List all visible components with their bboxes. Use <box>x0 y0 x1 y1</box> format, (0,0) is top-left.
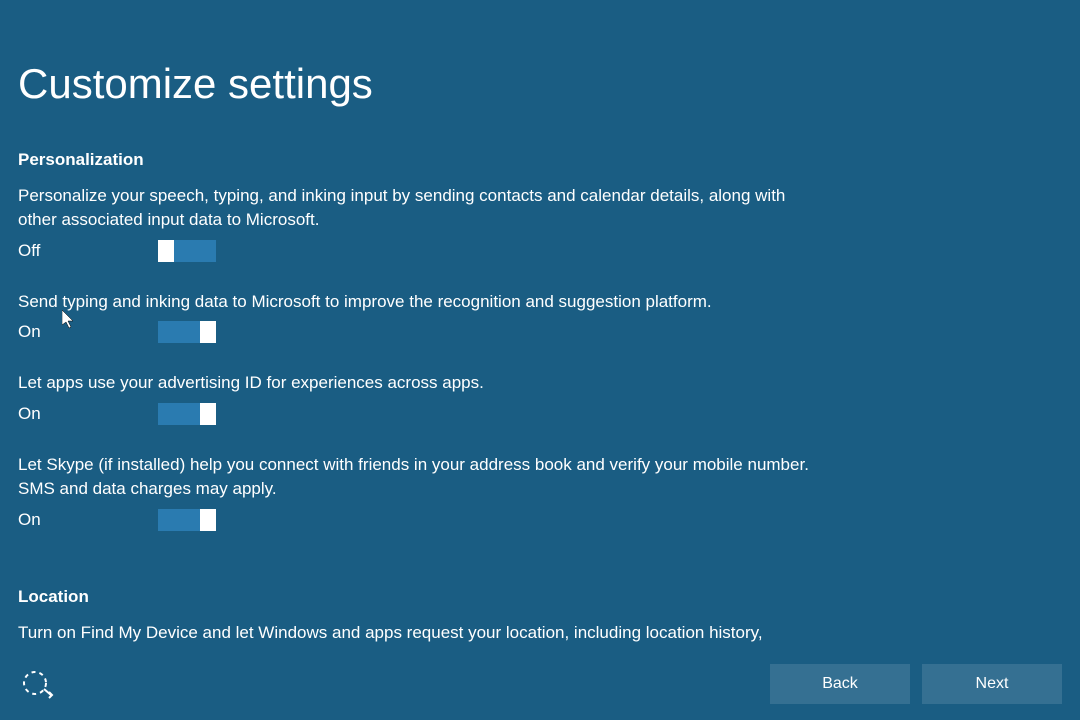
setting-desc: Let apps use your advertising ID for exp… <box>18 371 818 395</box>
location-heading: Location <box>18 587 1062 607</box>
section-location: Location Turn on Find My Device and let … <box>18 587 1062 645</box>
page-title: Customize settings <box>18 60 1062 108</box>
setting-send-typing-inking: Send typing and inking data to Microsoft… <box>18 290 818 344</box>
toggle-state-label: On <box>18 510 158 530</box>
setting-skype: Let Skype (if installed) help you connec… <box>18 453 818 531</box>
toggle-state-label: On <box>18 404 158 424</box>
personalization-heading: Personalization <box>18 150 1062 170</box>
footer: Back Next <box>0 656 1080 720</box>
setting-desc: Turn on Find My Device and let Windows a… <box>18 621 818 645</box>
setting-advertising-id: Let apps use your advertising ID for exp… <box>18 371 818 425</box>
setting-speech-typing-inking: Personalize your speech, typing, and ink… <box>18 184 818 262</box>
setting-desc: Let Skype (if installed) help you connec… <box>18 453 818 501</box>
toggle-send-typing-inking[interactable] <box>158 321 216 343</box>
toggle-skype[interactable] <box>158 509 216 531</box>
next-button[interactable]: Next <box>922 664 1062 704</box>
toggle-speech-typing-inking[interactable] <box>158 240 216 262</box>
ease-of-access-button[interactable] <box>18 664 58 704</box>
toggle-state-label: On <box>18 322 158 342</box>
toggle-advertising-id[interactable] <box>158 403 216 425</box>
toggle-state-label: Off <box>18 241 158 261</box>
section-personalization: Personalization Personalize your speech,… <box>18 150 1062 531</box>
setting-desc: Personalize your speech, typing, and ink… <box>18 184 818 232</box>
back-button[interactable]: Back <box>770 664 910 704</box>
ease-of-access-icon <box>21 667 55 701</box>
setting-find-my-device: Turn on Find My Device and let Windows a… <box>18 621 818 645</box>
setting-desc: Send typing and inking data to Microsoft… <box>18 290 818 314</box>
